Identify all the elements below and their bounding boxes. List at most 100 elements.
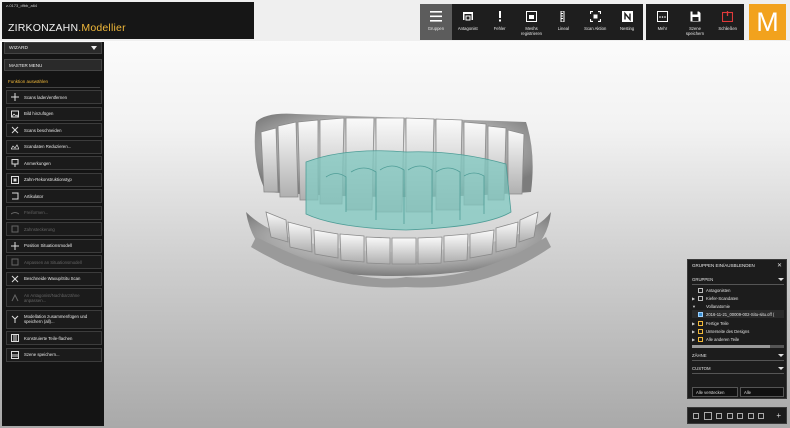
groups-section-header[interactable]: GRUPPEN <box>692 277 784 282</box>
toolbar-label: Fehler <box>493 26 506 31</box>
visibility-checkbox[interactable] <box>698 336 703 342</box>
sidebar-item-label: Artikulator <box>24 193 44 199</box>
show-all-button[interactable]: Alle <box>740 387 784 397</box>
sidebar-item-szene-speichern[interactable]: Szene speichern... <box>6 347 102 362</box>
wizard-dropdown[interactable]: WIZARD <box>4 42 102 54</box>
visibility-checkbox[interactable] <box>698 295 703 301</box>
sidebar-item-scans-beschneiden[interactable]: Scans beschneiden <box>6 123 102 137</box>
sidebar-item-label: Anpassen an Situationsmodell <box>24 259 82 265</box>
chevron-down-icon <box>778 354 784 357</box>
teeth-section-header[interactable]: ZÄHNE <box>692 353 784 358</box>
add-icon[interactable]: + <box>776 411 781 420</box>
sidebar-item-label: Bild hinzufügen <box>24 111 54 116</box>
view-toolbar: + <box>687 407 787 424</box>
section-title: Funktion auswählen <box>8 79 49 84</box>
reduce-icon <box>11 143 19 151</box>
toolbar-lineal-button[interactable]: Lineal <box>547 4 579 40</box>
toolbar-nesting-button[interactable]: Nesting <box>611 4 643 40</box>
sidebar-item-scandaten-reduzieren[interactable]: Scandaten Reduzieren... <box>6 139 102 154</box>
ruler-icon <box>559 10 567 23</box>
toolbar-meshs-registrieren-button[interactable]: Meshs registrieren <box>516 4 548 40</box>
toolbar-antagonist-button[interactable]: Antagonist <box>452 4 484 40</box>
visibility-checkbox[interactable] <box>698 311 703 317</box>
toolbar-label: Antagonist <box>457 26 478 31</box>
sidebar-item-label: Szene speichern... <box>24 352 60 357</box>
hide-all-button[interactable]: Alle verstecken <box>692 387 738 397</box>
toolbar-scan-aktion-button[interactable]: Scan Aktion <box>579 4 611 40</box>
sidebar-item-artikulator[interactable]: Artikulator <box>6 189 102 203</box>
scissors-icon <box>11 275 19 283</box>
visibility-checkbox[interactable] <box>698 320 703 326</box>
view-square-icon[interactable] <box>737 412 743 419</box>
scrollbar-thumb[interactable] <box>692 345 770 348</box>
scan-load-icon <box>11 93 19 101</box>
group-row-kiefer-scandaten[interactable]: ▶ Kiefer-Scandaten <box>692 294 784 302</box>
sidebar-item-modellation-zusammenfuegen[interactable]: Modellation zusammenfügen und speichern … <box>6 309 102 329</box>
horizontal-scrollbar[interactable] <box>692 345 784 348</box>
wizard-label: WIZARD <box>9 46 28 51</box>
toolbar-label: Mehr <box>657 26 668 31</box>
sidebar-item-anmerkungen[interactable]: Anmerkungen <box>6 156 102 170</box>
left-panel: WIZARD MASTER MENU Funktion auswählen Sc… <box>2 42 104 426</box>
view-square-icon[interactable] <box>747 412 754 419</box>
visibility-checkbox[interactable] <box>698 304 703 309</box>
sidebar-item-anpassen-situationsmodell[interactable]: Anpassen an Situationsmodell <box>6 255 102 269</box>
sidebar-item-label: Zahnsteckerung <box>24 226 55 232</box>
toolbar-label: Gruppen <box>427 26 445 31</box>
visibility-checkbox[interactable] <box>698 328 703 334</box>
sidebar-item-konstruierte-teile[interactable]: Konstruierte Teile-flachen <box>6 331 102 345</box>
app-logo: M <box>749 4 786 40</box>
group-row-vollanatomie[interactable]: ▼ Vollanatomie <box>692 302 784 310</box>
sidebar-item-scans-laden[interactable]: Scans laden/entfernen <box>6 90 102 104</box>
3d-viewport[interactable] <box>106 42 686 426</box>
toolbar-mehr-button[interactable]: Mehr <box>646 4 679 40</box>
sidebar-item-beschneide-waxup[interactable]: Beschneide Waxup/Situ Scan <box>6 271 102 286</box>
sidebar-item-zahnsteckerung[interactable]: Zahnsteckerung <box>6 222 102 236</box>
close-icon[interactable]: ✕ <box>777 262 782 269</box>
custom-section-header[interactable]: CUSTOM <box>692 366 784 371</box>
menu-lines-icon <box>429 10 442 23</box>
view-square-icon[interactable] <box>726 412 733 419</box>
merge-icon <box>11 315 19 323</box>
group-label: Antagonisten <box>706 287 731 293</box>
group-label: Alle anderen Teile <box>706 336 740 342</box>
group-row-unterseite[interactable]: ▶ Unterseite des Designs <box>692 327 784 335</box>
app-title: ZIRKONZAHN.Modellier <box>8 22 126 34</box>
view-square-icon[interactable] <box>758 412 764 419</box>
construct-icon <box>11 334 19 342</box>
view-square-icon[interactable] <box>693 412 699 419</box>
exclamation-icon <box>497 10 503 23</box>
function-list: Scans laden/entfernen Bild hinzufügen Sc… <box>6 90 102 364</box>
mesh-register-icon <box>526 10 537 23</box>
more-icon <box>656 10 668 23</box>
view-square-icon[interactable] <box>716 412 722 419</box>
group-label: Unterseite des Designs <box>706 328 750 334</box>
view-square-icon[interactable] <box>703 411 712 420</box>
master-menu-button[interactable]: MASTER MENU <box>4 59 102 71</box>
adapt-antagonist-icon <box>11 293 19 302</box>
group-row-antagonisten[interactable]: Antagonisten <box>692 286 784 294</box>
tooth-type-icon <box>11 175 19 184</box>
sidebar-item-position-situationsmodell[interactable]: Position Situationsmodell <box>6 238 102 253</box>
sidebar-item-bild-hinzufuegen[interactable]: Bild hinzufügen <box>6 106 102 121</box>
divider <box>6 87 100 88</box>
group-label: Vollanatomie <box>706 303 730 309</box>
sidebar-item-freiformen[interactable]: Freiformen... <box>6 205 102 220</box>
group-row-fertige-teile[interactable]: ▶ Fertige Teile <box>692 319 784 327</box>
tooth-plug-icon <box>11 225 19 233</box>
toolbar-fehler-button[interactable]: Fehler <box>484 4 516 40</box>
group-row-situ-scan[interactable]: 2016-11-21_00009-002-Situ-situ.off ( <box>692 310 784 318</box>
sidebar-item-zahn-rekonstruktionstyp[interactable]: Zahn-Rekonstruktionstyp <box>6 172 102 187</box>
scan-action-icon <box>589 10 601 23</box>
group-label: Fertige Teile <box>706 320 729 326</box>
teeth-section-label: ZÄHNE <box>692 353 707 358</box>
chevron-down-icon <box>91 46 97 50</box>
toolbar-szene-speichern-button[interactable]: Szene speichern <box>679 4 712 40</box>
toolbar-gruppen-button[interactable]: Gruppen <box>420 4 452 40</box>
dental-model[interactable] <box>106 42 686 426</box>
toolbar-schliessen-button[interactable]: Schließen <box>711 4 744 40</box>
group-row-alle-anderen[interactable]: ▶ Alle anderen Teile <box>692 335 784 343</box>
app-name: ZIRKONZAHN <box>8 22 79 34</box>
visibility-checkbox[interactable] <box>698 287 703 293</box>
sidebar-item-an-antagonist-anpassen[interactable]: An Antagonist/Nachbarzähne anpassen... <box>6 288 102 307</box>
